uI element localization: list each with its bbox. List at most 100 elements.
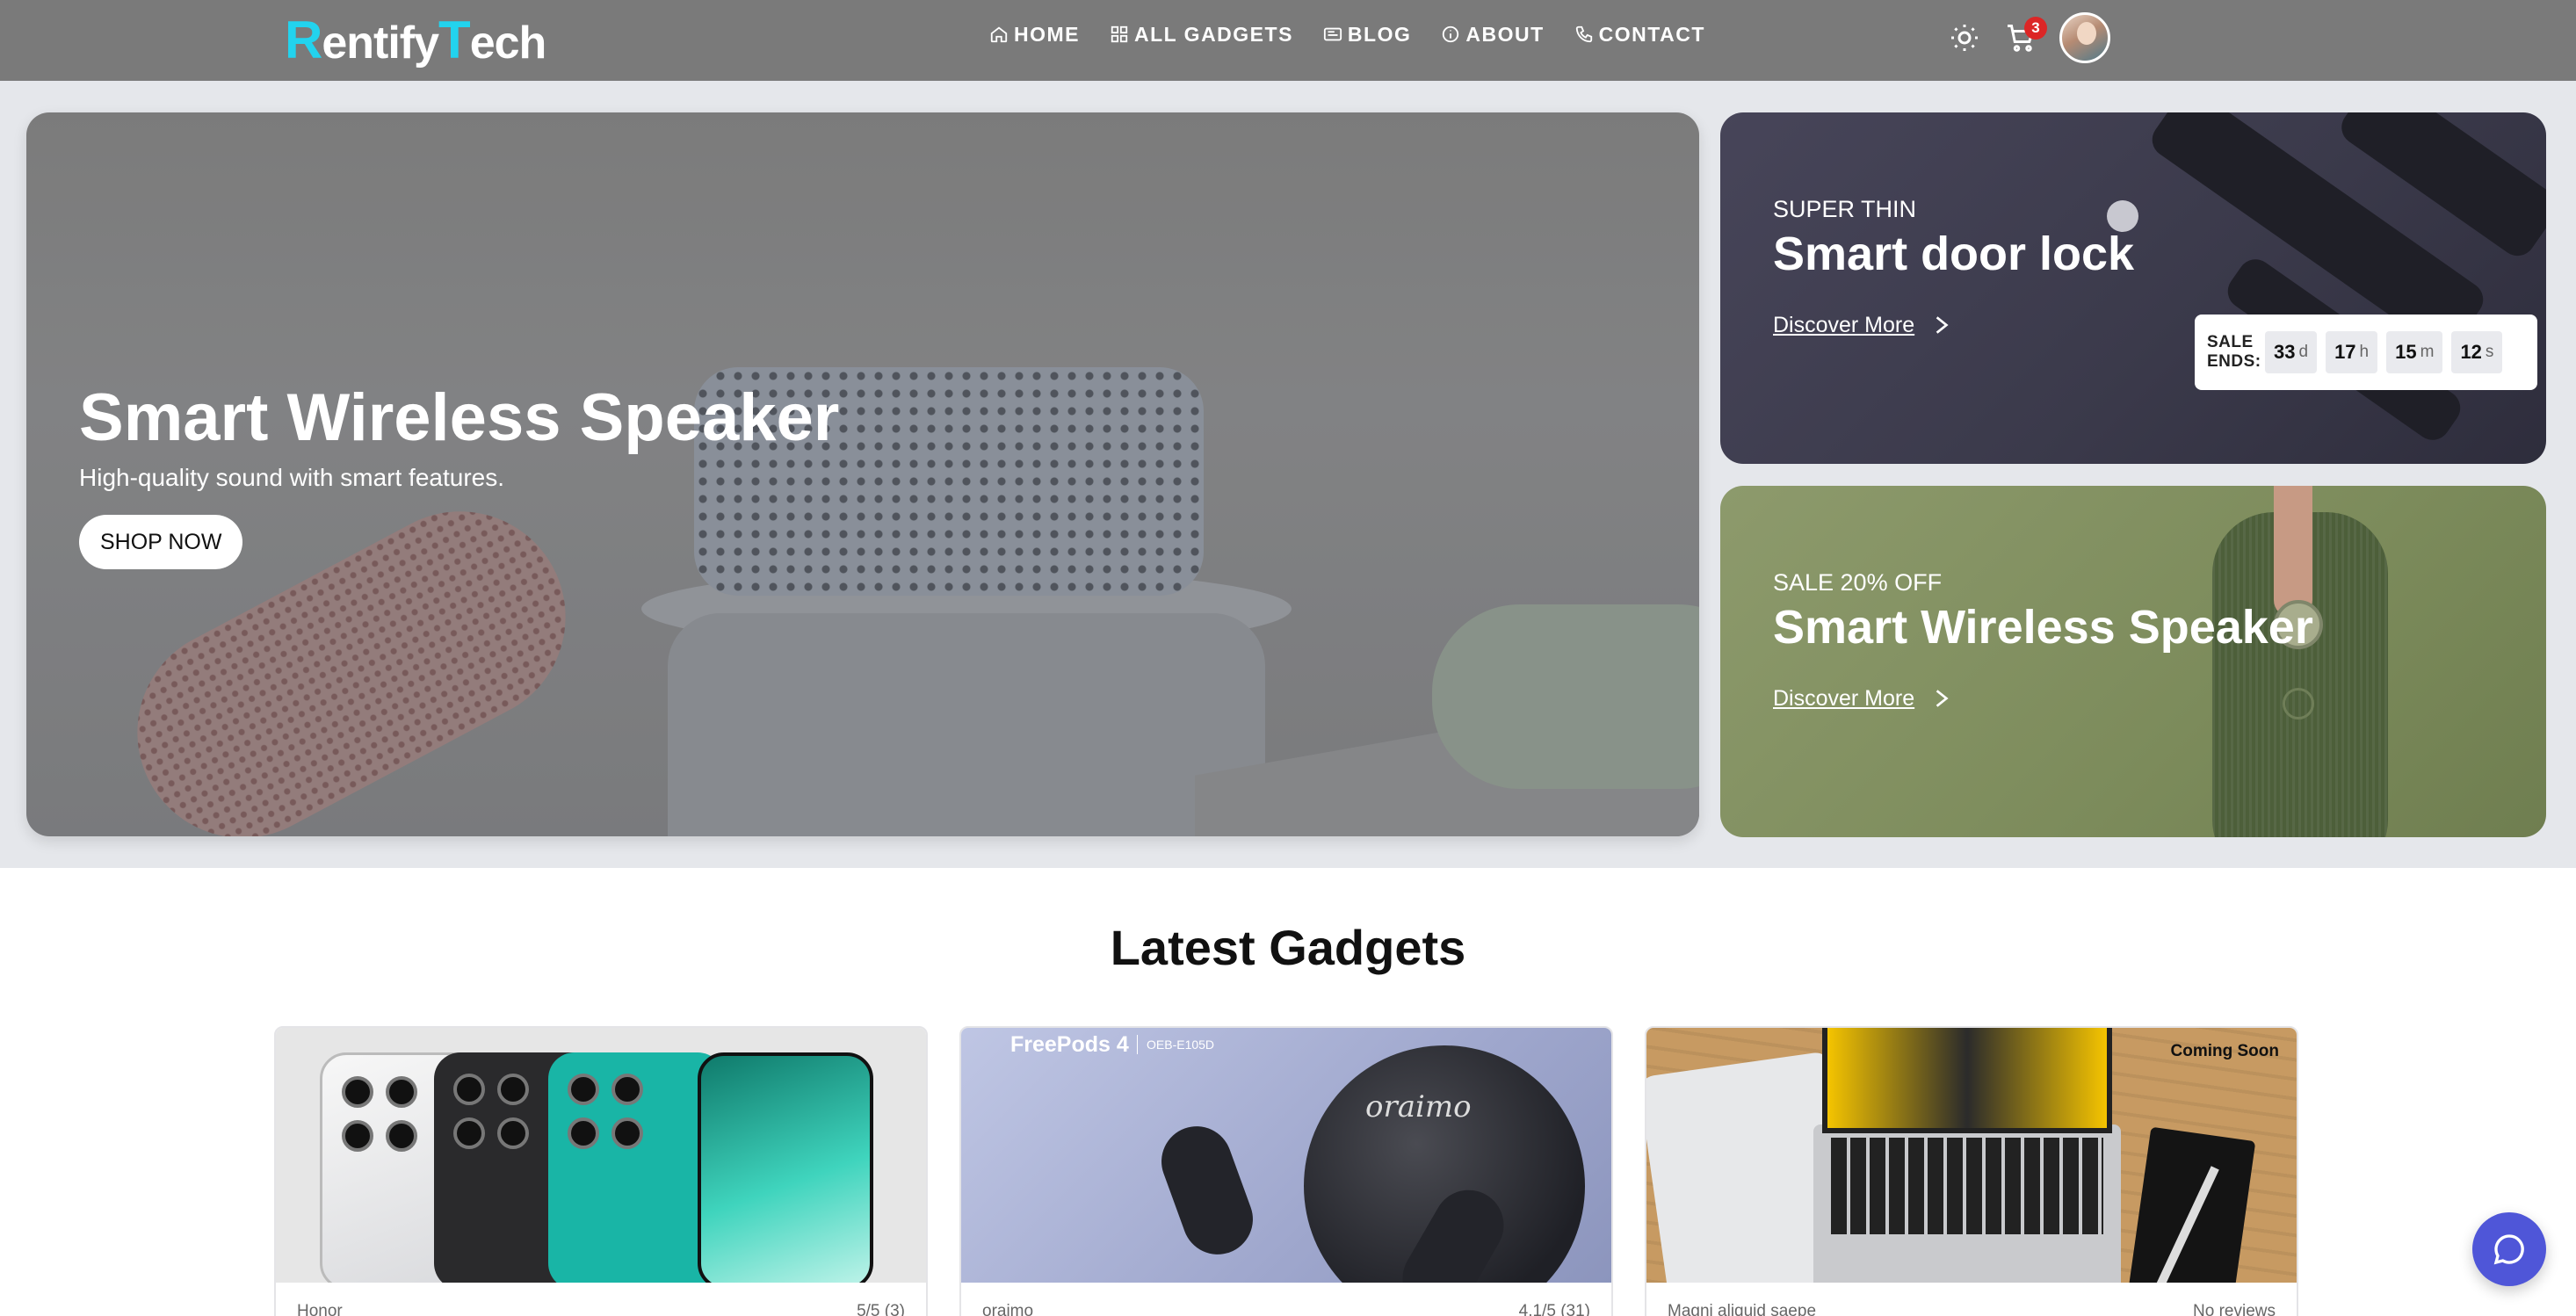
home-icon <box>990 26 1008 43</box>
discover-more-link[interactable]: Discover More <box>1773 309 1953 341</box>
nav-blog[interactable]: BLOG <box>1323 19 1411 49</box>
minutes-suffix: m <box>2420 343 2435 361</box>
product-card[interactable]: Coming Soon Magni aliquid saepe No revie… <box>1645 1026 2298 1316</box>
cart-count-badge: 3 <box>2024 17 2047 40</box>
top-navbar: RentifyTech HOME ALL GADGETS BLOG ABOUT … <box>0 0 2576 81</box>
header-actions: 3 <box>1947 12 2110 63</box>
discover-more-label: Discover More <box>1773 313 1915 337</box>
phone-icon <box>1575 25 1592 43</box>
logo-letter-r: R <box>285 11 322 69</box>
product-rating: No reviews <box>2193 1302 2276 1316</box>
camera-lens <box>342 1076 373 1108</box>
product-image <box>276 1028 926 1283</box>
nav-about-label: ABOUT <box>1465 23 1545 46</box>
nav-all-gadgets[interactable]: ALL GADGETS <box>1110 19 1293 49</box>
camera-lens <box>611 1074 643 1105</box>
notebook-image <box>2126 1126 2256 1283</box>
discover-more-link[interactable]: Discover More <box>1773 683 1953 714</box>
newspaper-icon <box>1323 27 1342 41</box>
nav-home[interactable]: HOME <box>989 19 1080 49</box>
product-meta: Honor 5/5 (3) <box>297 1302 905 1316</box>
keyboard-image <box>1831 1138 2103 1234</box>
image-model-number: OEB-E105D <box>1137 1035 1214 1054</box>
countdown-label-line2: ENDS: <box>2207 352 2261 371</box>
product-image: FreePods 4 OEB-E105D oraimo <box>961 1028 1611 1283</box>
product-meta: Magni aliquid saepe No reviews <box>1668 1302 2276 1316</box>
product-brand: Magni aliquid saepe <box>1668 1302 1817 1316</box>
camera-lens <box>568 1117 599 1149</box>
product-rating: 5/5 (3) <box>857 1302 905 1316</box>
user-avatar[interactable] <box>2059 12 2110 63</box>
hero-title: Smart Wireless Speaker <box>79 380 840 455</box>
product-meta: oraimo 4.1/5 (31) <box>982 1302 1590 1316</box>
camera-lens <box>453 1117 485 1149</box>
hero-subtitle: High-quality sound with smart features. <box>79 464 504 491</box>
promo-title: Smart Wireless Speaker <box>1773 601 2313 654</box>
discover-more-label: Discover More <box>1773 686 1915 711</box>
camera-lens <box>611 1117 643 1149</box>
product-card[interactable]: Honor 5/5 (3) <box>274 1026 928 1316</box>
logo-text-2: ech <box>469 18 547 69</box>
logo-letter-t: T <box>438 11 471 69</box>
nav-contact-label: CONTACT <box>1598 23 1705 46</box>
speaker-button-image <box>2283 688 2314 719</box>
product-image: Coming Soon <box>1646 1028 2297 1283</box>
phone-front-image <box>698 1052 873 1283</box>
camera-lens <box>568 1074 599 1105</box>
promo-eyebrow: SALE 20% OFF <box>1773 569 1943 596</box>
promo-title: Smart door lock <box>1773 228 2135 280</box>
countdown-hours: 17 h <box>2326 331 2378 373</box>
camera-lens <box>386 1120 417 1152</box>
nav-contact[interactable]: CONTACT <box>1574 19 1705 49</box>
cart-button[interactable]: 3 <box>2003 17 2047 55</box>
countdown-seconds: 12 s <box>2451 331 2503 373</box>
chat-button[interactable] <box>2472 1212 2546 1286</box>
product-brand: Honor <box>297 1302 343 1316</box>
seconds-suffix: s <box>2485 343 2494 361</box>
laptop-screen-image <box>1822 1028 2112 1133</box>
grid-icon <box>1111 25 1128 43</box>
hours-value: 17 <box>2334 341 2356 363</box>
camera-lens <box>497 1074 529 1105</box>
camera-lens <box>342 1120 373 1152</box>
info-icon <box>1443 25 1459 43</box>
coming-soon-badge: Coming Soon <box>2170 1042 2279 1060</box>
days-value: 33 <box>2274 341 2296 363</box>
camera-lens <box>497 1117 529 1149</box>
chat-bubble-icon <box>2493 1234 2524 1265</box>
camera-lens <box>386 1076 417 1108</box>
promo-eyebrow: SUPER THIN <box>1773 196 1917 222</box>
nav-blog-label: BLOG <box>1347 23 1412 46</box>
shop-now-button[interactable]: SHOP NOW <box>79 515 243 569</box>
logo-text-1: entify <box>322 18 439 69</box>
sun-icon <box>1951 25 1978 51</box>
nav-about[interactable]: ABOUT <box>1441 19 1544 49</box>
nav-all-gadgets-label: ALL GADGETS <box>1134 23 1293 46</box>
seconds-value: 12 <box>2460 341 2482 363</box>
brand-logo[interactable]: RentifyTech <box>285 12 546 71</box>
earbud-image <box>1151 1116 1263 1265</box>
chevron-right-icon <box>1936 316 1949 334</box>
countdown-days: 33 d <box>2265 331 2318 373</box>
countdown-label: SALE ENDS: <box>2207 333 2261 372</box>
main-nav: HOME ALL GADGETS BLOG ABOUT CONTACT <box>989 19 1705 49</box>
chevron-right-icon <box>1936 690 1949 707</box>
promo-card-speaker: SALE 20% OFF Smart Wireless Speaker Disc… <box>1720 486 2546 837</box>
camera-lens <box>453 1074 485 1105</box>
product-card[interactable]: FreePods 4 OEB-E105D oraimo oraimo 4.1/5… <box>959 1026 1613 1316</box>
minutes-value: 15 <box>2395 341 2417 363</box>
hours-suffix: h <box>2359 343 2370 361</box>
product-brand: oraimo <box>982 1302 1034 1316</box>
sale-countdown: SALE ENDS: 33 d 17 h 15 m 12 s <box>2195 315 2537 390</box>
countdown-minutes: 15 m <box>2386 331 2443 373</box>
nav-home-label: HOME <box>1014 23 1080 46</box>
image-product-title: FreePods 4 <box>1010 1032 1129 1057</box>
latest-gadgets-title: Latest Gadgets <box>1110 920 1466 975</box>
product-rating: 4.1/5 (31) <box>1518 1302 1590 1316</box>
promo-card-door-lock: SUPER THIN Smart door lock Discover More… <box>1720 112 2546 464</box>
hero-banner: Smart Wireless Speaker High-quality soun… <box>26 112 1699 836</box>
case-logo: oraimo <box>1365 1089 1472 1124</box>
theme-toggle-button[interactable] <box>1947 20 1982 55</box>
days-suffix: d <box>2298 343 2309 361</box>
countdown-label-line1: SALE <box>2207 333 2254 351</box>
